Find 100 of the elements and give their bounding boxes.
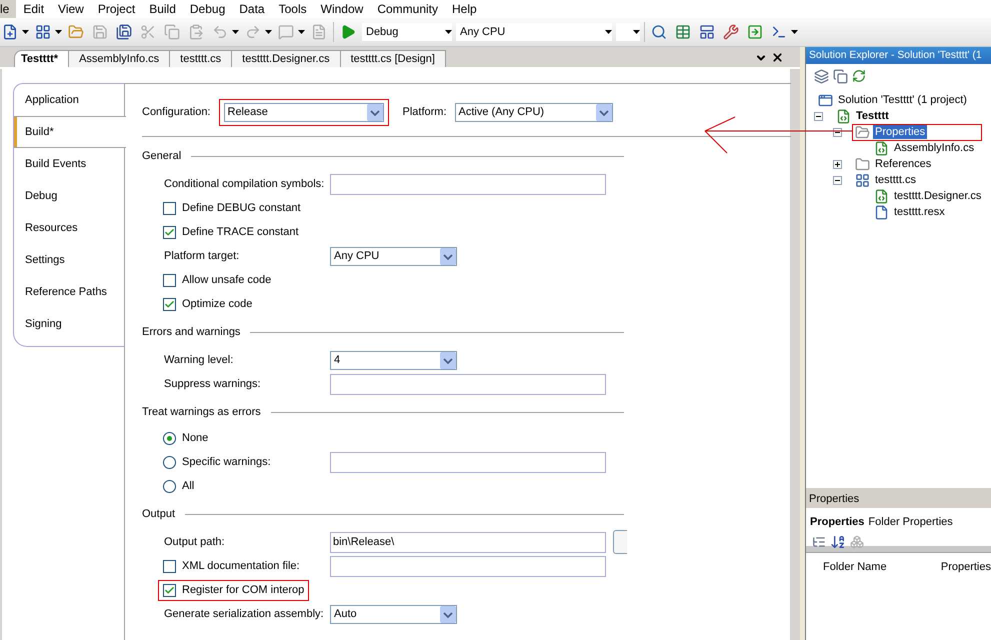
dropdown[interactable]: Any CPU	[330, 246, 457, 266]
checkbox-label[interactable]: Optimize code	[182, 298, 252, 310]
find-dropdown[interactable]	[616, 23, 640, 41]
menu-item[interactable]: Tools	[272, 0, 314, 18]
document-tab[interactable]: Testttt*	[14, 50, 70, 67]
caret-icon[interactable]	[791, 30, 798, 34]
configuration-dropdown[interactable]: Debug	[362, 23, 452, 41]
input-field[interactable]	[330, 452, 606, 472]
radio-button[interactable]	[163, 480, 176, 492]
collapse-icon[interactable]	[814, 112, 823, 120]
input-field[interactable]	[330, 556, 606, 576]
page-tab[interactable]: Build Events	[14, 148, 124, 180]
dropdown[interactable]: 4	[330, 350, 457, 370]
radio-button[interactable]	[163, 456, 176, 468]
caret-icon[interactable]	[633, 30, 640, 34]
checkbox-label[interactable]: XML documentation file:	[182, 560, 300, 572]
property-name: Folder Name	[823, 561, 887, 573]
field-label: Platform target:	[164, 250, 240, 262]
caret-icon[interactable]	[445, 30, 452, 34]
document-tab[interactable]: testttt.Designer.cs	[231, 50, 341, 67]
input-field[interactable]	[330, 174, 606, 194]
document-tab[interactable]: testttt.cs [Design]	[340, 50, 446, 67]
menu-item[interactable]: Community	[370, 0, 445, 18]
checkbox[interactable]	[163, 298, 176, 310]
expand-icon[interactable]	[833, 160, 842, 168]
menu-item[interactable]: Window	[314, 0, 370, 18]
checkbox[interactable]	[163, 560, 176, 572]
radio-label[interactable]: All	[182, 480, 194, 492]
alphabetical-icon[interactable]	[830, 534, 846, 550]
field-label: Generate serialization assembly:	[164, 608, 324, 620]
page-tab[interactable]: Debug	[14, 180, 124, 212]
tree-item[interactable]: Testttt	[854, 109, 891, 123]
caret-icon[interactable]	[22, 30, 29, 34]
solution-icon	[818, 92, 833, 108]
save-all-icon[interactable]	[114, 22, 134, 42]
code-file-icon	[874, 140, 889, 156]
menu-item[interactable]: Help	[445, 0, 484, 18]
page-tab[interactable]: Settings	[14, 244, 124, 276]
document-tab[interactable]: testttt.cs	[169, 50, 232, 67]
checkbox[interactable]	[163, 226, 176, 238]
caret-icon[interactable]	[55, 30, 62, 34]
page-tab[interactable]: Reference Paths	[14, 276, 124, 308]
caret-icon[interactable]	[232, 30, 239, 34]
menu-item[interactable]: Edit	[16, 0, 52, 18]
menu-item[interactable]: Project	[90, 0, 142, 18]
menu-item[interactable]: le	[0, 0, 16, 18]
folder-icon	[855, 124, 870, 140]
input-field[interactable]: bin\Release\	[330, 532, 606, 552]
checkbox-label[interactable]: Define TRACE constant	[182, 226, 299, 238]
section-title: Output	[142, 508, 176, 520]
checkbox[interactable]	[163, 274, 176, 286]
platform-select[interactable]: Active (Any CPU)	[454, 102, 613, 122]
menu-item[interactable]: View	[51, 0, 91, 18]
checkbox-label[interactable]: Define DEBUG constant	[182, 202, 301, 214]
radio-button[interactable]	[163, 432, 176, 444]
tree-item[interactable]: testttt.cs	[873, 173, 918, 187]
refresh-icon[interactable]	[852, 69, 866, 83]
categorized-icon[interactable]	[812, 535, 826, 549]
tree-item[interactable]: AssemblyInfo.cs	[892, 141, 976, 155]
caret-icon[interactable]	[605, 30, 612, 34]
page-tab[interactable]: Build*	[14, 116, 126, 148]
tree-item[interactable]: Solution 'Testttt' (1 project)	[836, 93, 969, 107]
checkbox[interactable]	[163, 584, 176, 596]
radio-label[interactable]: None	[182, 432, 208, 444]
checkbox-label[interactable]: Register for COM interop	[182, 584, 304, 596]
tree-item[interactable]: testttt.resx	[892, 205, 947, 219]
tree-item[interactable]: Properties	[873, 125, 928, 139]
field-label: Conditional compilation symbols:	[164, 178, 324, 190]
document-tab[interactable]: AssemblyInfo.cs	[68, 50, 170, 67]
menu-item[interactable]: Debug	[182, 0, 232, 18]
page-tab[interactable]: Resources	[14, 212, 124, 244]
field-label: Warning level:	[164, 354, 234, 366]
section-title: Errors and warnings	[142, 326, 240, 338]
checkmark-icon	[164, 226, 175, 238]
page-tab[interactable]: Application	[14, 84, 124, 116]
project-icon	[836, 108, 851, 124]
caret-icon[interactable]	[298, 30, 305, 34]
panel-title: Solution Explorer - Solution 'Testttt' (1	[806, 47, 991, 64]
dropdown[interactable]: Auto	[330, 604, 457, 624]
page-tab[interactable]: Signing	[14, 308, 124, 340]
configuration-select[interactable]: Release	[224, 102, 384, 122]
tools-icon[interactable]	[721, 22, 741, 42]
object-type: Folder Properties	[868, 516, 953, 528]
collapse-icon[interactable]	[833, 128, 842, 136]
caret-icon[interactable]	[265, 30, 272, 34]
menu-item[interactable]: Data	[232, 0, 272, 18]
menu-item[interactable]: Build	[142, 0, 183, 18]
tree-item[interactable]: References	[873, 157, 934, 171]
input-field[interactable]	[330, 374, 606, 394]
browse-button[interactable]	[613, 530, 627, 554]
checkbox[interactable]	[163, 202, 176, 214]
checkbox-label[interactable]: Allow unsafe code	[182, 274, 272, 286]
tree-item[interactable]: testttt.Designer.cs	[892, 189, 984, 203]
field-label: Suppress warnings:	[164, 378, 261, 390]
close-icon[interactable]	[771, 51, 784, 64]
collapse-icon[interactable]	[833, 176, 842, 184]
object-name: Properties	[810, 516, 864, 528]
platform-dropdown[interactable]: Any CPU	[456, 23, 612, 41]
radio-label[interactable]: Specific warnings:	[182, 456, 271, 468]
panel-title: Properties	[806, 491, 991, 508]
